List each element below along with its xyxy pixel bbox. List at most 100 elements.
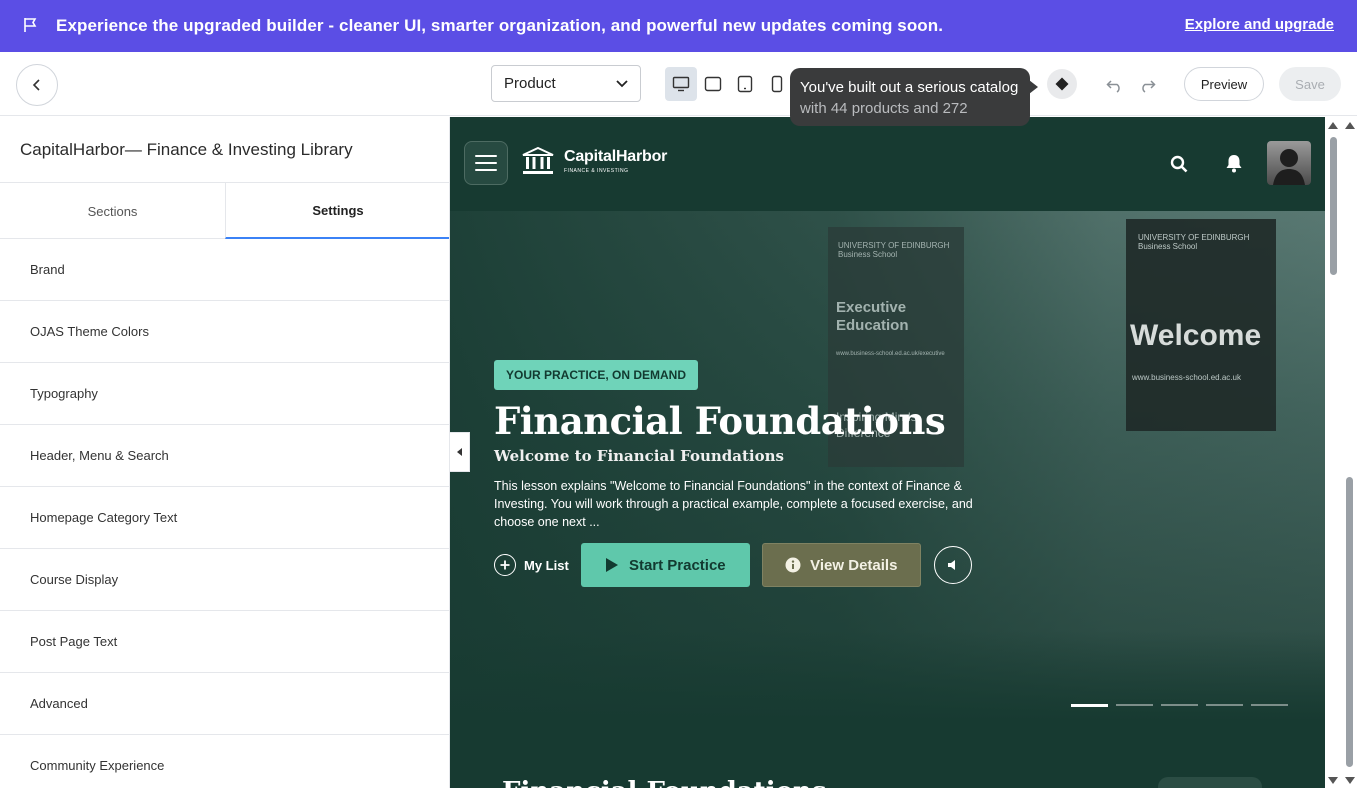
settings-item-homepage-category-text[interactable]: Homepage Category Text [0,487,449,549]
tab-settings[interactable]: Settings [225,183,449,239]
settings-item-post-page-text[interactable]: Post Page Text [0,611,449,673]
view-details-button[interactable]: View Details [761,543,921,587]
device-tablet-landscape-button[interactable] [697,67,729,101]
page-type-select[interactable]: Product [491,65,641,102]
preview-button[interactable]: Preview [1184,67,1264,101]
premium-button[interactable] [1047,69,1077,99]
slide-dot[interactable] [1071,704,1108,707]
tablet-portrait-icon [737,75,753,93]
plus-icon [494,554,516,576]
settings-item-header-menu-search[interactable]: Header, Menu & Search [0,425,449,487]
start-practice-button[interactable]: Start Practice [580,543,750,587]
tooltip-line-1: You've built out a serious catalog [800,79,1019,96]
chevron-left-icon [32,79,40,91]
settings-item-typography[interactable]: Typography [0,363,449,425]
caret-left-icon [456,448,462,456]
tablet-landscape-icon [704,76,722,92]
logo-tagline: FINANCE & INVESTING [564,168,629,174]
desktop-icon [672,76,690,92]
site-menu-button[interactable] [464,141,508,185]
view-details-label: View Details [810,556,898,574]
banner-text: Experience the upgraded builder - cleane… [56,16,944,35]
hero-subtitle: Welcome to Financial Foundations [494,447,784,465]
undo-button[interactable] [1104,74,1126,96]
device-desktop-button[interactable] [665,67,697,101]
preview-scrollbar[interactable] [1325,117,1357,788]
hero-description: This lesson explains "Welcome to Financi… [494,479,973,529]
chevron-down-icon [616,79,628,87]
catalog-tooltip: You've built out a serious catalog with … [790,68,1030,126]
bg-banner-left-small: UNIVERSITY OF EDINBURGH Business School [838,241,950,259]
settings-item-brand[interactable]: Brand [0,239,449,301]
settings-item-advanced[interactable]: Advanced [0,673,449,735]
start-practice-label: Start Practice [628,556,726,574]
scroll-down-icon[interactable] [1345,777,1355,784]
back-button[interactable] [16,64,58,106]
settings-menu: Brand OJAS Theme Colors Typography Heade… [0,239,449,788]
slide-indicators [1071,704,1288,707]
scrollbar-thumb[interactable] [1330,137,1337,275]
upgrade-banner: Experience the upgraded builder - cleane… [0,0,1357,52]
scrollbar-thumb[interactable] [1346,477,1353,767]
bg-welcome-text: Welcome [1130,319,1262,352]
redo-button[interactable] [1136,74,1158,96]
play-icon [605,558,618,572]
hero-title: Financial Foundations [494,399,946,443]
settings-item-theme-colors[interactable]: OJAS Theme Colors [0,301,449,363]
site-preview: CapitalHarbor FINANCE & INVESTING UNIVER… [450,117,1325,788]
hero-actions: My List Start Practice View Details [494,543,972,587]
scroll-down-icon[interactable] [1328,777,1338,784]
site-logo[interactable]: CapitalHarbor FINANCE & INVESTING [522,147,667,175]
logo-text: CapitalHarbor FINANCE & INVESTING [564,148,667,174]
mute-button[interactable] [933,546,972,584]
menu-bar [475,162,497,164]
diamond-icon [1055,77,1069,91]
scroll-up-icon[interactable] [1328,122,1338,129]
menu-bar [475,169,497,171]
info-icon [785,557,801,573]
device-switcher [665,67,793,101]
flag-icon [24,18,37,32]
bell-icon[interactable] [1224,153,1244,173]
site-title: CapitalHarbor— Finance & Investing Libra… [20,140,353,159]
slide-dot[interactable] [1116,704,1153,706]
explore-upgrade-link[interactable]: Explore and upgrade [1185,16,1334,33]
hero-fade [450,631,1325,721]
scroll-up-icon[interactable] [1345,122,1355,129]
logo-name: CapitalHarbor [564,148,668,165]
slide-dot[interactable] [1206,704,1243,706]
user-avatar[interactable] [1267,141,1311,185]
search-icon[interactable] [1170,155,1188,173]
bg-banner-left-url: www.business-school.ed.ac.uk/executive [836,351,945,357]
device-tablet-portrait-button[interactable] [729,67,761,101]
save-button[interactable]: Save [1279,67,1341,101]
sidebar-tabs: Sections Settings [0,182,449,239]
my-list-button[interactable]: My List [494,554,569,576]
page-type-value: Product [504,75,556,92]
next-section-button[interactable] [1158,777,1262,788]
device-mobile-button[interactable] [761,67,793,101]
tooltip-line-2: with 44 products and 272 [800,100,968,117]
hero-eyebrow: YOUR PRACTICE, ON DEMAND [494,360,699,390]
slide-dot[interactable] [1161,704,1198,706]
builder-toolbar: Product You've built out a serious catal… [0,52,1357,126]
person-silhouette-icon [1273,149,1305,185]
collapse-sidebar-button[interactable] [450,432,470,472]
menu-bar [475,155,497,157]
settings-item-course-display[interactable]: Course Display [0,549,449,611]
bg-banner-right-small: UNIVERSITY OF EDINBURGH Business School [1138,233,1250,251]
my-list-label: My List [524,557,569,573]
bank-icon [522,147,554,174]
next-section-title: Financial Foundations [502,777,826,788]
settings-sidebar: CapitalHarbor— Finance & Investing Libra… [0,117,450,788]
tab-sections[interactable]: Sections [0,183,225,239]
slide-dot[interactable] [1251,704,1288,706]
mobile-icon [771,75,783,93]
site-header: CapitalHarbor FINANCE & INVESTING [450,117,1325,211]
tooltip-arrow [1029,80,1038,94]
undo-icon [1106,80,1120,93]
bg-banner-right-url: www.business-school.ed.ac.uk [1132,373,1241,382]
settings-item-community-experience[interactable]: Community Experience [0,735,449,788]
speaker-icon [947,560,955,570]
hero-section: UNIVERSITY OF EDINBURGH Business School … [450,211,1325,721]
